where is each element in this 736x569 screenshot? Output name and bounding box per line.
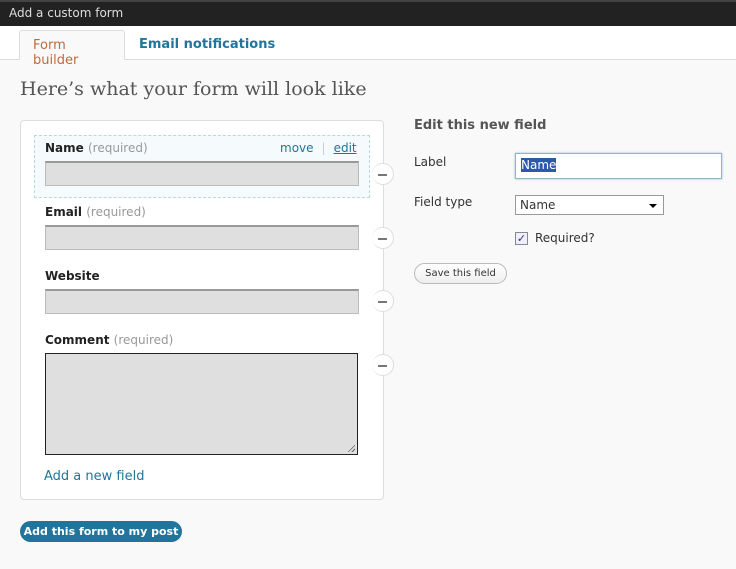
field-type-value: Name (520, 198, 556, 212)
tab-bar: Form builder Email notifications (0, 26, 736, 68)
name-input-preview[interactable] (45, 161, 359, 186)
field-label-text: Name (45, 141, 84, 155)
window-title: Add a custom form (9, 6, 124, 20)
required-hint: (required) (113, 333, 174, 347)
remove-field-icon[interactable] (372, 354, 394, 376)
add-form-to-post-button[interactable]: Add this form to my post (20, 521, 182, 542)
field-actions: move | edit (280, 141, 357, 155)
label-input-value: Name (521, 158, 557, 172)
required-hint: (required) (86, 205, 146, 219)
field-type-select[interactable]: Name (515, 195, 664, 215)
field-type-label: Field type (414, 195, 473, 209)
required-hint: (required) (87, 141, 148, 155)
website-input-preview[interactable] (45, 289, 359, 314)
remove-field-icon[interactable] (372, 163, 394, 185)
separator: | (321, 141, 326, 155)
field-label-website: Website (45, 269, 100, 283)
window-titlebar: Add a custom form (0, 0, 736, 26)
field-label-name: Name (required) (45, 141, 148, 155)
field-label-text: Comment (45, 333, 110, 347)
resize-grip-icon[interactable] (347, 444, 355, 452)
field-label-text: Website (45, 269, 100, 283)
required-checkbox[interactable]: ✓ (515, 232, 528, 245)
page-title: Here’s what your form will look like (20, 78, 367, 100)
label-input[interactable]: Name (515, 153, 722, 179)
required-label: Required? (535, 231, 595, 245)
save-field-button[interactable]: Save this field (414, 263, 507, 284)
label-label: Label (414, 155, 447, 169)
field-label-email: Email (required) (45, 205, 146, 219)
email-input-preview[interactable] (45, 225, 359, 250)
remove-field-icon[interactable] (372, 290, 394, 312)
field-label-text: Email (45, 205, 83, 219)
comment-textarea-preview[interactable] (45, 353, 358, 455)
remove-field-icon[interactable] (372, 227, 394, 249)
move-link[interactable]: move (280, 141, 314, 155)
add-new-field-link[interactable]: Add a new field (44, 469, 144, 484)
tab-form-builder[interactable]: Form builder (19, 30, 125, 68)
chevron-down-icon (649, 204, 657, 208)
edit-field-title: Edit this new field (414, 118, 547, 133)
edit-link[interactable]: edit (334, 141, 357, 155)
field-label-comment: Comment (required) (45, 333, 173, 347)
tab-email-notifications[interactable]: Email notifications (126, 30, 288, 60)
